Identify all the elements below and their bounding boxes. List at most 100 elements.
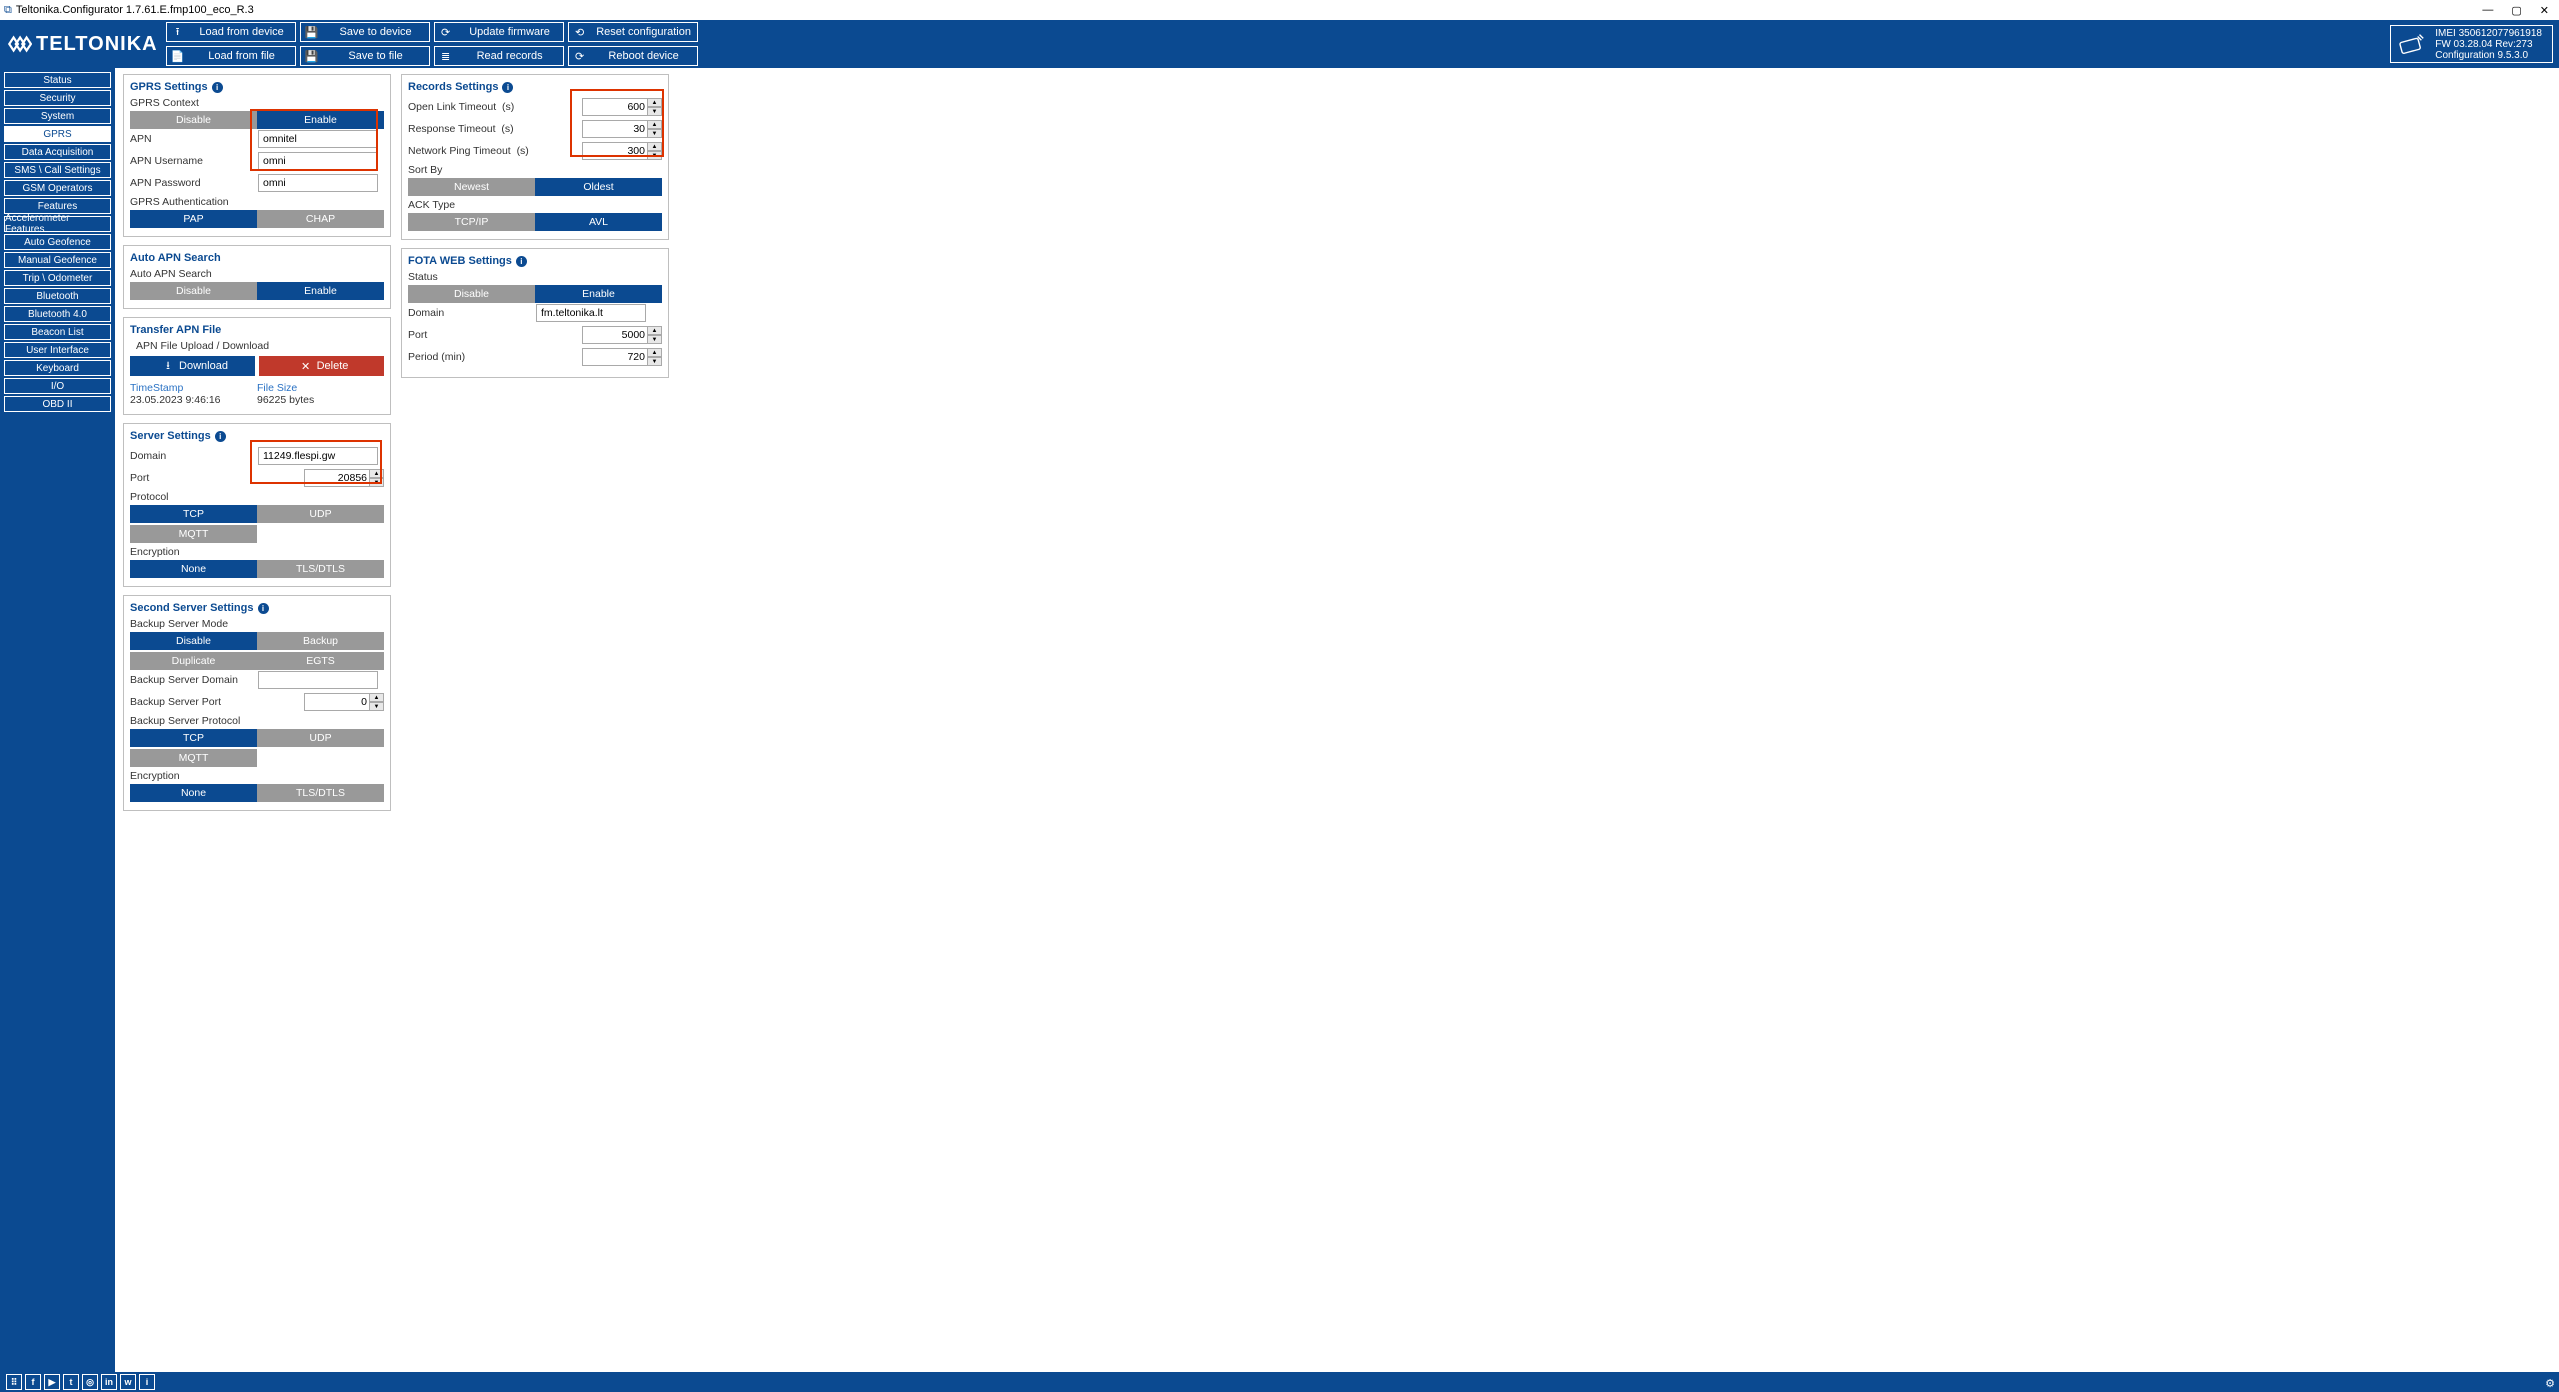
mode-egts-button[interactable]: EGTS xyxy=(257,652,384,670)
network-ping-timeout-input[interactable] xyxy=(582,142,648,160)
proto-tcp-button[interactable]: TCP xyxy=(130,505,257,523)
server-domain-input[interactable] xyxy=(258,447,378,465)
toolbar-load-from-device-button[interactable]: ⭱Load from device xyxy=(166,22,296,42)
toolbar-save-to-file-button[interactable]: 💾Save to file xyxy=(300,46,430,66)
fota-domain-input[interactable] xyxy=(536,304,646,322)
nav-user-interface[interactable]: User Interface xyxy=(4,342,111,358)
fota-disable-button[interactable]: Disable xyxy=(408,285,535,303)
benc-tls-button[interactable]: TLS/DTLS xyxy=(257,784,384,802)
mode-duplicate-button[interactable]: Duplicate xyxy=(130,652,257,670)
instagram-icon[interactable]: ◎ xyxy=(82,1374,98,1390)
nav-system[interactable]: System xyxy=(4,108,111,124)
nav-i-o[interactable]: I/O xyxy=(4,378,111,394)
spin-up-icon[interactable]: ▲ xyxy=(370,469,384,478)
nav-auto-geofence[interactable]: Auto Geofence xyxy=(4,234,111,250)
enc-tls-button[interactable]: TLS/DTLS xyxy=(257,560,384,578)
enc-none-button[interactable]: None xyxy=(130,560,257,578)
backup-port-input[interactable] xyxy=(304,693,370,711)
spin-down-icon[interactable]: ▼ xyxy=(648,151,662,160)
nav-bluetooth[interactable]: Bluetooth xyxy=(4,288,111,304)
backup-domain-input[interactable] xyxy=(258,671,378,689)
gprs-disable-button[interactable]: Disable xyxy=(130,111,257,129)
autoapn-disable-button[interactable]: Disable xyxy=(130,282,257,300)
spin-up-icon[interactable]: ▲ xyxy=(648,348,662,357)
info-icon[interactable]: i xyxy=(212,82,223,93)
close-icon[interactable]: ✕ xyxy=(2540,4,2549,17)
ack-avl-button[interactable]: AVL xyxy=(535,213,662,231)
nav-status[interactable]: Status xyxy=(4,72,111,88)
info-icon[interactable]: i xyxy=(258,603,269,614)
autoapn-enable-button[interactable]: Enable xyxy=(257,282,384,300)
spin-down-icon[interactable]: ▼ xyxy=(370,702,384,711)
sort-newest-button[interactable]: Newest xyxy=(408,178,535,196)
twitter-icon[interactable]: t xyxy=(63,1374,79,1390)
fota-enable-button[interactable]: Enable xyxy=(535,285,662,303)
info-icon[interactable]: i xyxy=(215,431,226,442)
spin-up-icon[interactable]: ▲ xyxy=(648,142,662,151)
benc-none-button[interactable]: None xyxy=(130,784,257,802)
maximize-icon[interactable]: ▢ xyxy=(2511,4,2521,17)
nav-data-acquisition[interactable]: Data Acquisition xyxy=(4,144,111,160)
nav-manual-geofence[interactable]: Manual Geofence xyxy=(4,252,111,268)
info-icon[interactable]: i xyxy=(502,82,513,93)
auth-pap-button[interactable]: PAP xyxy=(130,210,257,228)
spin-up-icon[interactable]: ▲ xyxy=(648,98,662,107)
toolbar-reboot-device-button[interactable]: ⟳Reboot device xyxy=(568,46,698,66)
response-timeout-input[interactable] xyxy=(582,120,648,138)
social-grid-icon[interactable]: ⠿ xyxy=(6,1374,22,1390)
proto-mqtt-button[interactable]: MQTT xyxy=(130,525,257,543)
nav-obd-ii[interactable]: OBD II xyxy=(4,396,111,412)
linkedin-icon[interactable]: in xyxy=(101,1374,117,1390)
toolbar-read-records-button[interactable]: ≣Read records xyxy=(434,46,564,66)
nav-gsm-operators[interactable]: GSM Operators xyxy=(4,180,111,196)
sort-oldest-button[interactable]: Oldest xyxy=(535,178,662,196)
nav-bluetooth-4-0[interactable]: Bluetooth 4.0 xyxy=(4,306,111,322)
nav-keyboard[interactable]: Keyboard xyxy=(4,360,111,376)
info-footer-icon[interactable]: i xyxy=(139,1374,155,1390)
gprs-enable-button[interactable]: Enable xyxy=(257,111,384,129)
proto-udp-button[interactable]: UDP xyxy=(257,505,384,523)
bproto-udp-button[interactable]: UDP xyxy=(257,729,384,747)
auth-chap-button[interactable]: CHAP xyxy=(257,210,384,228)
settings-gear-icon[interactable]: ⚙ xyxy=(2545,1377,2555,1390)
download-button[interactable]: ⭳Download xyxy=(130,356,255,376)
mode-backup-button[interactable]: Backup xyxy=(257,632,384,650)
toolbar-save-to-device-button[interactable]: 💾Save to device xyxy=(300,22,430,42)
panel-server-settings: Server Settingsi Domain Port ▲▼ Protocol… xyxy=(123,423,391,587)
nav-features[interactable]: Features xyxy=(4,198,111,214)
open-link-timeout-input[interactable] xyxy=(582,98,648,116)
spin-up-icon[interactable]: ▲ xyxy=(648,120,662,129)
spin-up-icon[interactable]: ▲ xyxy=(370,693,384,702)
youtube-icon[interactable]: ▶ xyxy=(44,1374,60,1390)
nav-trip-odometer[interactable]: Trip \ Odometer xyxy=(4,270,111,286)
toolbar-load-from-file-button[interactable]: 📄Load from file xyxy=(166,46,296,66)
apn-user-input[interactable] xyxy=(258,152,378,170)
server-port-input[interactable] xyxy=(304,469,370,487)
spin-down-icon[interactable]: ▼ xyxy=(648,357,662,366)
nav-sms-call-settings[interactable]: SMS \ Call Settings xyxy=(4,162,111,178)
spin-down-icon[interactable]: ▼ xyxy=(648,335,662,344)
spin-down-icon[interactable]: ▼ xyxy=(648,107,662,116)
apn-pass-input[interactable] xyxy=(258,174,378,192)
nav-beacon-list[interactable]: Beacon List xyxy=(4,324,111,340)
toolbar-reset-configuration-button[interactable]: ⟲Reset configuration xyxy=(568,22,698,42)
nav-gprs[interactable]: GPRS xyxy=(4,126,111,142)
fota-period-input[interactable] xyxy=(582,348,648,366)
delete-button[interactable]: ✕Delete xyxy=(259,356,384,376)
toolbar-update-firmware-button[interactable]: ⟳Update firmware xyxy=(434,22,564,42)
facebook-icon[interactable]: f xyxy=(25,1374,41,1390)
nav-accelerometer-features[interactable]: Accelerometer Features xyxy=(4,216,111,232)
apn-input[interactable] xyxy=(258,130,378,148)
info-icon[interactable]: i xyxy=(516,256,527,267)
spin-down-icon[interactable]: ▼ xyxy=(648,129,662,138)
spin-up-icon[interactable]: ▲ xyxy=(648,326,662,335)
bproto-tcp-button[interactable]: TCP xyxy=(130,729,257,747)
fota-port-input[interactable] xyxy=(582,326,648,344)
ack-tcpip-button[interactable]: TCP/IP xyxy=(408,213,535,231)
mode-disable-button[interactable]: Disable xyxy=(130,632,257,650)
nav-security[interactable]: Security xyxy=(4,90,111,106)
bproto-mqtt-button[interactable]: MQTT xyxy=(130,749,257,767)
minimize-icon[interactable]: — xyxy=(2482,4,2493,17)
wiki-icon[interactable]: w xyxy=(120,1374,136,1390)
spin-down-icon[interactable]: ▼ xyxy=(370,478,384,487)
